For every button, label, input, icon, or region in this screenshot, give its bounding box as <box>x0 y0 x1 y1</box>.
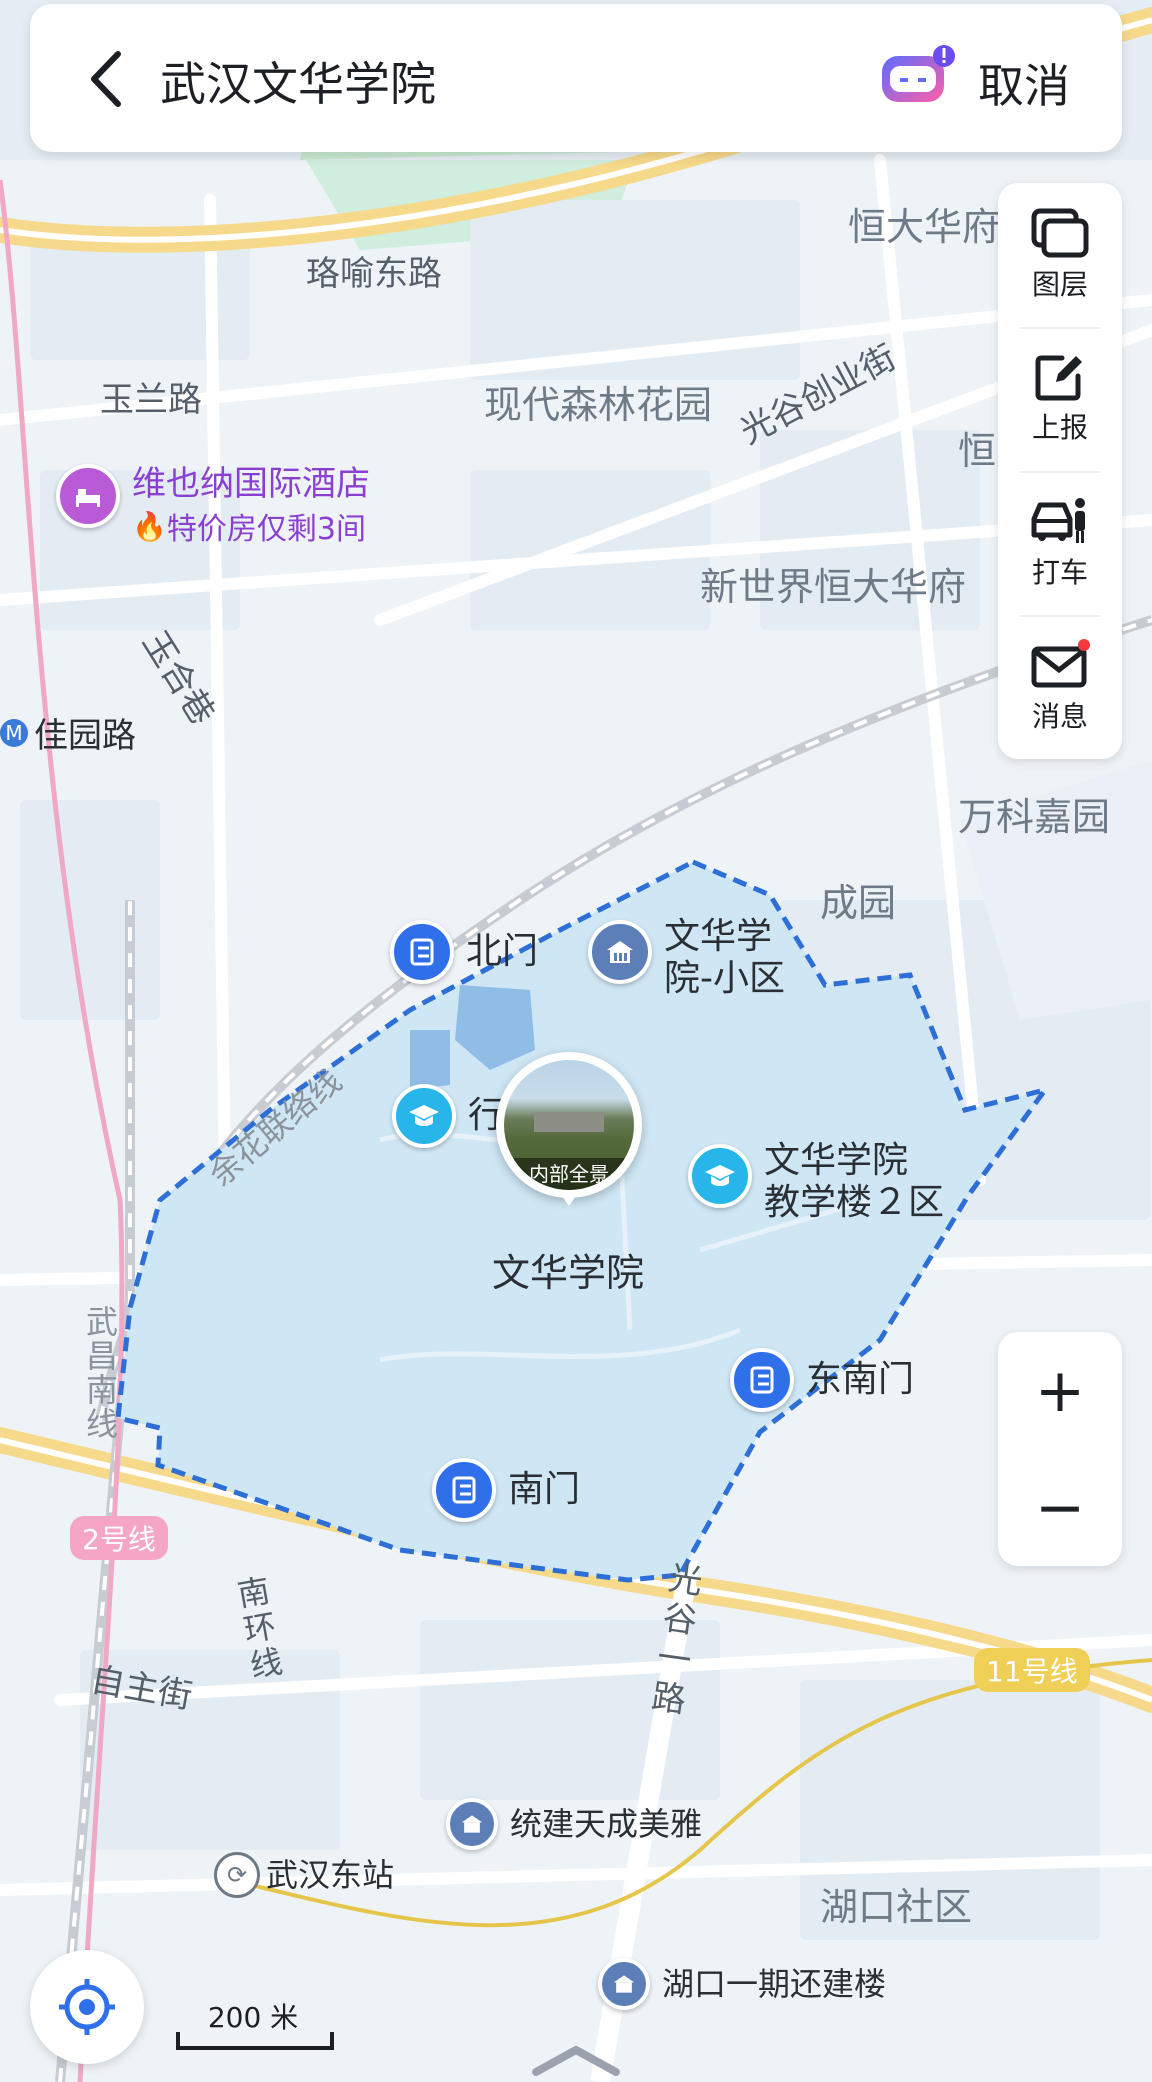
metro-line-11-badge: 11号线 <box>974 1648 1090 1692</box>
search-header: 武汉文华学院 取消 <box>30 4 1122 152</box>
locate-me-button[interactable] <box>30 1950 144 2064</box>
layers-label: 图层 <box>1031 268 1088 301</box>
xiaoqu-label-2: 院-小区 <box>664 958 785 999</box>
panorama-caption: 内部全景 <box>504 1158 634 1190</box>
road-label-luoyu: 珞喻东路 <box>306 254 442 294</box>
zoom-in-button[interactable]: + <box>998 1332 1122 1449</box>
wuhan-east-label: 武汉东站 <box>266 1856 395 1894</box>
area-label-forest: 现代森林花园 <box>484 383 713 427</box>
zoom-out-button[interactable]: − <box>998 1449 1122 1566</box>
messages-label: 消息 <box>1031 700 1088 733</box>
hukou-phase1-label: 湖口一期还建楼 <box>662 1965 887 2003</box>
poi-teaching-building-2[interactable]: 文华学院 教学楼２区 <box>688 1140 944 1224</box>
hotel-name: 维也纳国际酒店 <box>132 464 370 504</box>
crosshair-icon <box>59 1979 115 2035</box>
campus-label: 文华学院 <box>492 1251 645 1295</box>
gate-icon <box>730 1348 794 1412</box>
page-title[interactable]: 武汉文华学院 <box>160 48 436 114</box>
area-label-hengda-top: 恒大华府 <box>848 205 1001 249</box>
layers-button[interactable]: 图层 <box>998 183 1122 327</box>
cancel-button[interactable]: 取消 <box>978 50 1070 116</box>
gate-icon <box>390 920 454 984</box>
report-button[interactable]: 上报 <box>998 327 1122 471</box>
ai-assistant-icon[interactable] <box>878 44 958 108</box>
metro-icon: M <box>0 718 28 747</box>
area-label-xinshijie: 新世界恒大华府 <box>700 565 967 609</box>
poi-hukou-phase1[interactable]: 湖口一期还建楼 <box>598 1958 886 2010</box>
mail-icon <box>1031 639 1090 688</box>
panorama-image: 内部全景 <box>504 1060 634 1190</box>
poi-southeast-gate[interactable]: 东南门 <box>730 1348 914 1412</box>
taxi-label: 打车 <box>1031 556 1088 589</box>
back-arrow-icon[interactable] <box>80 48 134 110</box>
railway-station-icon: ⟳ <box>214 1852 260 1898</box>
map-scale: 200 米 <box>176 1996 334 2052</box>
taxi-button[interactable]: 打车 <box>998 471 1122 615</box>
road-label-yulan: 玉兰路 <box>100 380 202 420</box>
panorama-thumbnail[interactable]: 内部全景 <box>496 1052 642 1198</box>
area-label-chengyuan: 成园 <box>820 881 897 925</box>
map-canvas[interactable] <box>0 0 1152 2082</box>
scale-label: 200 米 <box>207 2001 299 2034</box>
hotel-promo-text: 特价房仅剩3间 <box>166 512 366 547</box>
teaching-label-2: 教学楼２区 <box>764 1182 945 1223</box>
metro-station-label: 佳园路 <box>34 716 136 756</box>
poi-wuhan-east-station[interactable]: ⟳ 武汉东站 <box>214 1852 394 1898</box>
hotel-promo: 🔥 特价房仅剩3间 <box>132 504 370 548</box>
messages-button[interactable]: 消息 <box>998 615 1122 759</box>
poi-wenhua-xiaoqu[interactable]: 文华学 院-小区 <box>588 916 785 1000</box>
zoom-controls: + − <box>998 1332 1122 1566</box>
poi-south-gate[interactable]: 南门 <box>432 1458 580 1522</box>
hotel-icon <box>56 464 120 528</box>
south-gate-label: 南门 <box>508 1469 581 1510</box>
poi-tongjian[interactable]: 统建天成美雅 <box>446 1798 702 1850</box>
map-tools-panel: 图层 上报 打车 消息 <box>998 183 1122 759</box>
residence-icon <box>598 1958 650 2010</box>
xiaoqu-label-1: 文华学 <box>664 916 773 957</box>
area-label-vanke: 万科嘉园 <box>958 795 1111 839</box>
poi-north-gate[interactable]: 北门 <box>390 920 538 984</box>
residence-icon <box>446 1798 498 1850</box>
panorama-pointer <box>559 1192 579 1206</box>
poi-hotel[interactable]: 维也纳国际酒店 🔥 特价房仅剩3间 <box>56 464 370 548</box>
metro-station-jiayuan[interactable]: M 佳园路 <box>0 708 136 757</box>
report-label: 上报 <box>1031 411 1088 444</box>
area-label-hukou: 湖口社区 <box>820 1885 973 1929</box>
layers-icon <box>1031 208 1089 258</box>
poi-admin-building[interactable]: 行 <box>392 1084 504 1148</box>
graduation-cap-icon <box>688 1144 752 1208</box>
north-gate-label: 北门 <box>466 931 539 972</box>
rail-label-wuchang-south: 武昌南线 <box>86 1303 119 1443</box>
area-label-heng-partial: 恒 <box>958 429 997 473</box>
teaching-label-1: 文华学院 <box>764 1140 909 1181</box>
drawer-handle-icon[interactable] <box>526 2040 626 2080</box>
scale-bar <box>176 2032 334 2050</box>
metro-line-2-badge: 2号线 <box>70 1516 168 1560</box>
tongjian-label: 统建天成美雅 <box>510 1805 703 1843</box>
residence-icon <box>588 920 652 984</box>
report-icon <box>1035 355 1082 401</box>
flame-icon: 🔥 <box>132 509 167 543</box>
graduation-cap-icon <box>392 1084 456 1148</box>
southeast-gate-label: 东南门 <box>806 1359 915 1400</box>
taxi-icon <box>1031 498 1085 543</box>
gate-icon <box>432 1458 496 1522</box>
